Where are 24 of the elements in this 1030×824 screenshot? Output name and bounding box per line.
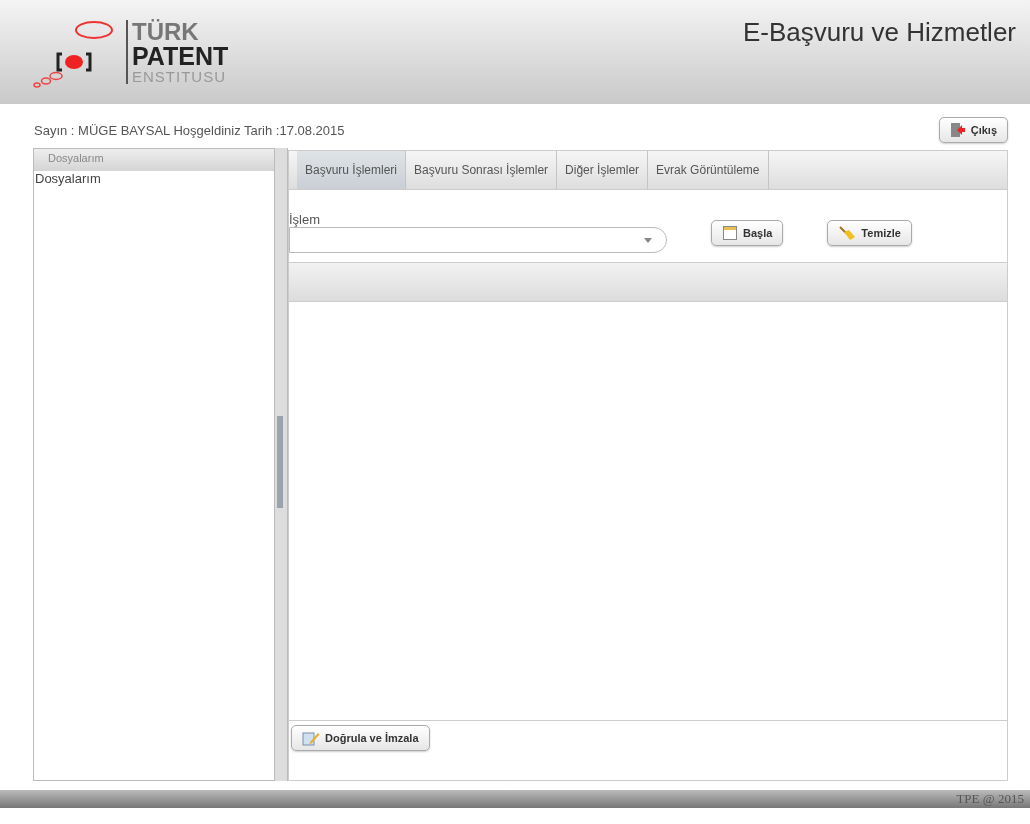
exit-door-icon: [949, 122, 966, 138]
field-label: İşlem: [289, 212, 322, 227]
tab[interactable]: Diğer İşlemler: [557, 151, 649, 189]
dropdown-caret-icon: [644, 237, 652, 243]
sign-button[interactable]: Doğrula ve İmzala: [291, 725, 430, 751]
tab[interactable]: Başvuru İşlemleri: [297, 151, 407, 189]
broom-icon: [838, 225, 857, 241]
tree-item[interactable]: Dosyalarım: [34, 171, 274, 186]
logo-subtitle: ENSTITUSU: [132, 69, 227, 84]
copyright-text: TPE @ 2015: [956, 791, 1024, 807]
app-title: E-Başvuru ve Hizmetler: [742, 16, 1016, 48]
scroll-thumb[interactable]: [277, 416, 283, 508]
start-button[interactable]: Başla: [711, 220, 784, 246]
logo-text: TÜRK: [132, 20, 200, 44]
tab[interactable]: Başvuru Sonrası İşlemler: [406, 151, 558, 189]
welcome-text: Sayın : MÜGE BAYSAL Hoşgeldiniz Tarih :17.08.2015: [34, 122, 345, 138]
window-icon: [722, 225, 738, 241]
logout-button[interactable]: Çıkış: [938, 117, 1008, 143]
panel-title: Dosyalarım: [34, 149, 274, 171]
logo-text: PATENT: [132, 44, 229, 69]
splitter[interactable]: [275, 148, 288, 781]
tab[interactable]: Evrak Görüntüleme: [648, 151, 769, 189]
clear-button[interactable]: Temizle: [827, 220, 912, 246]
pencil-paper-icon: [302, 730, 320, 746]
